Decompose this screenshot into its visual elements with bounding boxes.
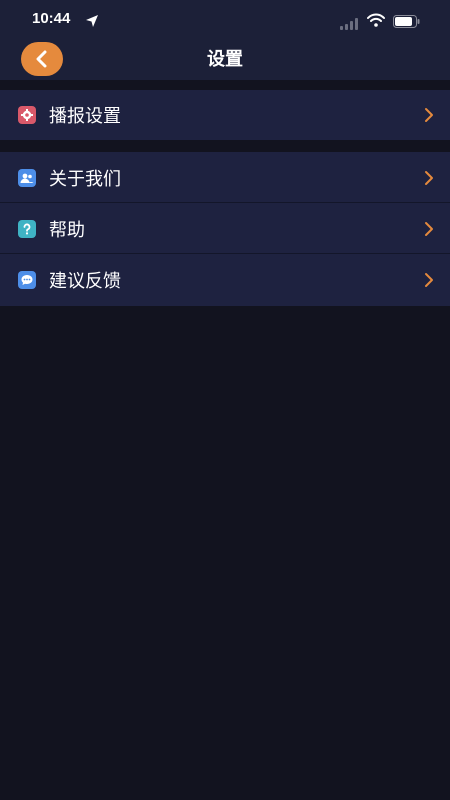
settings-group-broadcast: 播报设置	[0, 90, 450, 140]
chat-bubble-icon	[18, 270, 36, 289]
menu-item-label: 播报设置	[49, 106, 121, 127]
status-time: 10:44	[32, 10, 71, 27]
chevron-left-icon	[34, 50, 50, 68]
question-icon	[18, 219, 36, 238]
wifi-icon	[367, 12, 385, 27]
location-arrow-icon	[85, 13, 99, 27]
menu-item-about-us[interactable]: 关于我们	[0, 152, 450, 203]
battery-icon	[393, 13, 420, 28]
navigation-bar: 设置	[0, 40, 450, 80]
chevron-right-icon	[424, 107, 434, 123]
menu-item-broadcast-settings[interactable]: 播报设置	[0, 90, 450, 140]
gear-icon	[18, 106, 36, 124]
chevron-right-icon	[424, 221, 434, 237]
menu-item-help[interactable]: 帮助	[0, 203, 450, 254]
status-bar: 10:44	[0, 0, 450, 40]
menu-item-feedback[interactable]: 建议反馈	[0, 254, 450, 305]
settings-group-info: 关于我们 帮助 建议反馈	[0, 152, 450, 306]
chevron-right-icon	[424, 170, 434, 186]
menu-item-label: 建议反馈	[49, 270, 121, 292]
page-title: 设置	[207, 49, 243, 70]
chevron-right-icon	[424, 272, 434, 288]
menu-item-label: 关于我们	[49, 168, 121, 190]
signal-icon	[340, 15, 358, 30]
people-icon	[18, 168, 36, 187]
menu-item-label: 帮助	[49, 219, 85, 241]
back-button[interactable]	[21, 42, 63, 76]
